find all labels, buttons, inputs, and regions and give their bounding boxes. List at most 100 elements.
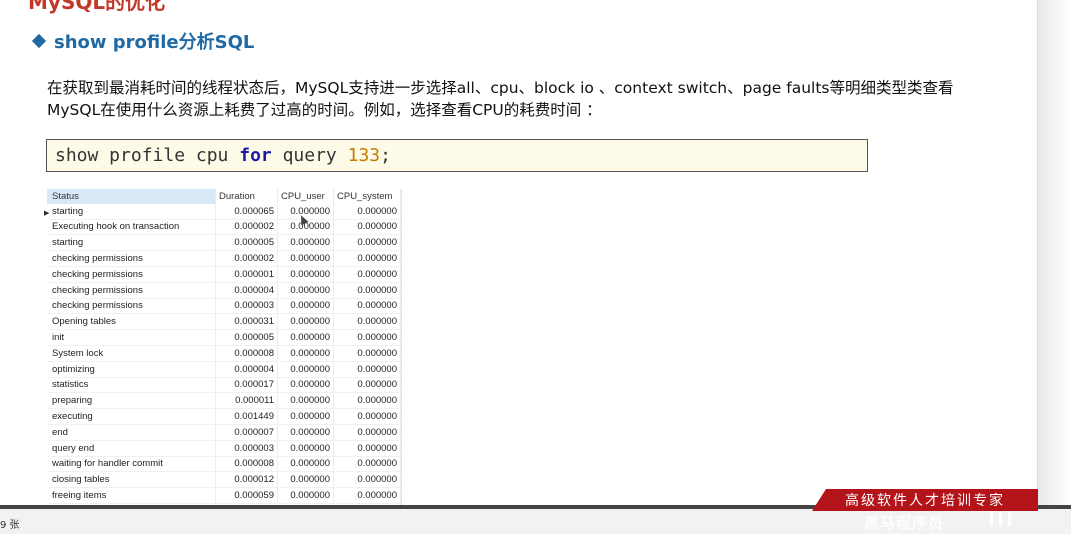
- cell-cpu-user[interactable]: 0.000000: [278, 472, 334, 488]
- cell-status[interactable]: starting: [47, 235, 216, 251]
- cell-duration[interactable]: 0.000003: [216, 440, 278, 456]
- cell-duration[interactable]: 0.000017: [216, 377, 278, 393]
- cell-cpu-user[interactable]: 0.000000: [278, 345, 334, 361]
- cell-duration[interactable]: 0.000008: [216, 456, 278, 472]
- cell-cpu-system[interactable]: 0.000000: [334, 488, 401, 503]
- cell-duration[interactable]: 0.000004: [216, 282, 278, 298]
- cell-cpu-user[interactable]: 0.000000: [278, 266, 334, 282]
- cell-cpu-user[interactable]: 0.000000: [278, 440, 334, 456]
- cell-status[interactable]: checking permissions: [47, 282, 216, 298]
- table-row[interactable]: waiting for handler commit 0.000008 0.0000…: [47, 456, 401, 473]
- cell-cpu-system[interactable]: 0.000000: [334, 330, 401, 345]
- cell-duration[interactable]: 0.001449: [216, 409, 278, 424]
- column-header-cpu-system[interactable]: CPU_system: [334, 189, 401, 204]
- cell-cpu-system[interactable]: 0.000000: [334, 472, 401, 488]
- cell-status[interactable]: starting: [47, 203, 216, 219]
- cell-duration[interactable]: 0.000003: [216, 298, 278, 314]
- cell-cpu-system[interactable]: 0.000000: [334, 251, 401, 266]
- table-row[interactable]: end 0.000007 0.000000 0.000000: [47, 424, 401, 441]
- table-row[interactable]: preparing 0.000011 0.000000 0.000000: [47, 393, 401, 410]
- code-block: show profile cpu for query 133;: [46, 139, 868, 172]
- cell-status[interactable]: Opening tables: [47, 314, 216, 330]
- column-header-status[interactable]: Status: [47, 189, 216, 204]
- cell-status[interactable]: closing tables: [47, 472, 216, 488]
- cell-duration[interactable]: 0.000065: [216, 203, 278, 219]
- cell-status[interactable]: checking permissions: [47, 251, 216, 266]
- table-row[interactable]: checking permissions 0.000001 0.000000 0.00…: [47, 266, 401, 283]
- cell-cpu-user[interactable]: 0.000000: [278, 298, 334, 314]
- cell-cpu-user[interactable]: 0.000000: [278, 424, 334, 440]
- cell-status[interactable]: query end: [47, 440, 216, 456]
- cell-duration[interactable]: 0.000005: [216, 235, 278, 251]
- table-row[interactable]: starting 0.000065 0.000000 0.000000: [47, 203, 401, 220]
- table-row[interactable]: executing 0.001449 0.000000 0.000000: [47, 409, 401, 425]
- cell-status[interactable]: freeing items: [47, 488, 216, 503]
- cell-cpu-user[interactable]: 0.000000: [278, 330, 334, 345]
- table-row[interactable]: freeing items 0.000059 0.000000 0.000000: [47, 488, 401, 504]
- result-grid[interactable]: Status Duration CPU_user CPU_system star…: [44, 189, 402, 520]
- cell-cpu-system[interactable]: 0.000000: [334, 393, 401, 409]
- table-row[interactable]: statistics 0.000017 0.000000 0.000000: [47, 377, 401, 394]
- cell-status[interactable]: statistics: [47, 377, 216, 393]
- section-heading-text: show profile分析SQL: [54, 32, 255, 53]
- cell-cpu-user[interactable]: 0.000000: [278, 361, 334, 377]
- table-row[interactable]: query end 0.000003 0.000000 0.000000: [47, 440, 401, 457]
- cell-cpu-system[interactable]: 0.000000: [334, 203, 401, 219]
- cell-cpu-system[interactable]: 0.000000: [334, 235, 401, 251]
- table-row[interactable]: starting 0.000005 0.000000 0.000000: [47, 235, 401, 252]
- cell-cpu-system[interactable]: 0.000000: [334, 377, 401, 393]
- cell-cpu-system[interactable]: 0.000000: [334, 456, 401, 472]
- cell-status[interactable]: waiting for handler commit: [47, 456, 216, 472]
- table-row[interactable]: Executing hook on transaction 0.000002 0.0…: [47, 219, 401, 236]
- cell-cpu-system[interactable]: 0.000000: [334, 314, 401, 330]
- cell-status[interactable]: checking permissions: [47, 298, 216, 314]
- cell-duration[interactable]: 0.000001: [216, 266, 278, 282]
- table-row[interactable]: System lock 0.000008 0.000000 0.000000: [47, 345, 401, 362]
- cell-cpu-system[interactable]: 0.000000: [334, 424, 401, 440]
- column-header-duration[interactable]: Duration: [216, 189, 278, 204]
- cell-duration[interactable]: 0.000007: [216, 424, 278, 440]
- cell-duration[interactable]: 0.000004: [216, 361, 278, 377]
- cell-cpu-system[interactable]: 0.000000: [334, 440, 401, 456]
- table-row[interactable]: closing tables 0.000012 0.000000 0.000000: [47, 472, 401, 489]
- cell-cpu-system[interactable]: 0.000000: [334, 409, 401, 424]
- cell-duration[interactable]: 0.000008: [216, 345, 278, 361]
- cell-cpu-user[interactable]: 0.000000: [278, 409, 334, 424]
- cell-cpu-user[interactable]: 0.000000: [278, 251, 334, 266]
- cell-duration[interactable]: 0.000059: [216, 488, 278, 503]
- cell-status[interactable]: System lock: [47, 345, 216, 361]
- cell-cpu-user[interactable]: 0.000000: [278, 488, 334, 503]
- cell-duration[interactable]: 0.000031: [216, 314, 278, 330]
- column-header-cpu-user[interactable]: CPU_user: [278, 189, 334, 204]
- cell-cpu-user[interactable]: 0.000000: [278, 235, 334, 251]
- cell-status[interactable]: init: [47, 330, 216, 345]
- cell-cpu-system[interactable]: 0.000000: [334, 298, 401, 314]
- table-row[interactable]: optimizing 0.000004 0.000000 0.000000: [47, 361, 401, 378]
- cell-cpu-user[interactable]: 0.000000: [278, 377, 334, 393]
- table-row[interactable]: checking permissions 0.000004 0.000000 0.00…: [47, 282, 401, 299]
- cell-duration[interactable]: 0.000011: [216, 393, 278, 409]
- cell-duration[interactable]: 0.000002: [216, 219, 278, 235]
- cell-cpu-system[interactable]: 0.000000: [334, 219, 401, 235]
- cell-cpu-user[interactable]: 0.000000: [278, 314, 334, 330]
- cell-cpu-user[interactable]: 0.000000: [278, 282, 334, 298]
- cell-duration[interactable]: 0.000002: [216, 251, 278, 266]
- cell-status[interactable]: end: [47, 424, 216, 440]
- cell-cpu-system[interactable]: 0.000000: [334, 282, 401, 298]
- cell-status[interactable]: preparing: [47, 393, 216, 409]
- cell-cpu-user[interactable]: 0.000000: [278, 393, 334, 409]
- cell-status[interactable]: Executing hook on transaction: [47, 219, 216, 235]
- cell-status[interactable]: optimizing: [47, 361, 216, 377]
- cell-duration[interactable]: 0.000012: [216, 472, 278, 488]
- table-row[interactable]: checking permissions 0.000002 0.000000 0.00…: [47, 251, 401, 267]
- cell-cpu-system[interactable]: 0.000000: [334, 266, 401, 282]
- cell-duration[interactable]: 0.000005: [216, 330, 278, 345]
- table-row[interactable]: checking permissions 0.000003 0.000000 0.00…: [47, 298, 401, 315]
- cell-cpu-user[interactable]: 0.000000: [278, 456, 334, 472]
- cell-status[interactable]: checking permissions: [47, 266, 216, 282]
- cell-status[interactable]: executing: [47, 409, 216, 424]
- table-row[interactable]: Opening tables 0.000031 0.000000 0.000000: [47, 314, 401, 331]
- cell-cpu-system[interactable]: 0.000000: [334, 345, 401, 361]
- table-row[interactable]: init 0.000005 0.000000 0.000000: [47, 330, 401, 346]
- cell-cpu-system[interactable]: 0.000000: [334, 361, 401, 377]
